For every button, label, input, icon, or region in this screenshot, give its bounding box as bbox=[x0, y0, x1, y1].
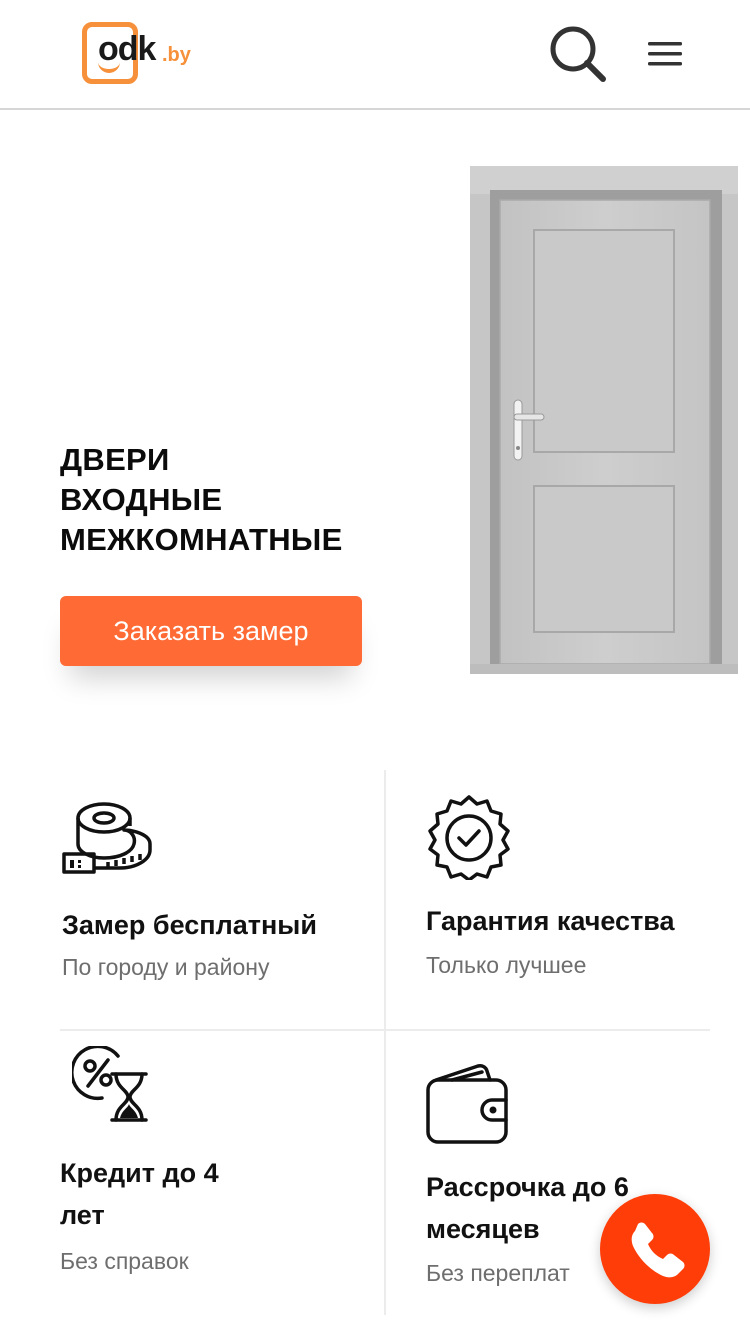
phone-icon bbox=[631, 1222, 685, 1278]
feature-credit: Кредит до 4 лет Без справок bbox=[60, 1046, 370, 1286]
feature-title-line: месяцев bbox=[426, 1214, 540, 1244]
quality-badge-icon bbox=[428, 795, 510, 880]
hero-title-line: ДВЕРИ bbox=[60, 442, 170, 477]
logo[interactable]: odk .by bbox=[82, 22, 202, 88]
feature-subtitle: Без переплат bbox=[426, 1260, 570, 1286]
grid-divider-vertical bbox=[384, 770, 386, 1315]
feature-subtitle: Без справок bbox=[60, 1248, 189, 1274]
feature-title: Кредит до 4 лет bbox=[60, 1152, 219, 1236]
feature-subtitle: Только лучшее bbox=[426, 952, 587, 978]
call-button[interactable] bbox=[600, 1194, 710, 1304]
percent-hourglass-icon bbox=[72, 1046, 148, 1122]
feature-free-measurement: Замер бесплатный По городу и району bbox=[62, 798, 372, 998]
feature-title: Гарантия качества bbox=[426, 906, 675, 936]
logo-text: odk bbox=[98, 30, 156, 68]
hamburger-menu-icon bbox=[648, 42, 682, 66]
search-button[interactable] bbox=[548, 24, 608, 84]
logo-tld: .by bbox=[162, 44, 191, 66]
menu-button[interactable] bbox=[646, 38, 686, 72]
search-icon bbox=[550, 26, 606, 82]
hero-title: ДВЕРИ ВХОДНЫЕ МЕЖКОМНАТНЫЕ bbox=[60, 440, 440, 560]
hero-title-line: МЕЖКОМНАТНЫЕ bbox=[60, 522, 343, 557]
feature-title-line: Рассрочка до 6 bbox=[426, 1172, 629, 1202]
wallet-icon bbox=[426, 1064, 508, 1144]
feature-subtitle: По городу и району bbox=[62, 954, 270, 980]
feature-title: Замер бесплатный bbox=[62, 910, 317, 940]
feature-title-line: лет bbox=[60, 1200, 105, 1230]
site-header: odk .by bbox=[0, 0, 750, 110]
door-image bbox=[470, 166, 738, 674]
feature-quality-guarantee: Гарантия качества Только лучшее bbox=[426, 794, 726, 994]
feature-title-line: Кредит до 4 bbox=[60, 1158, 219, 1188]
order-measurement-button[interactable]: Заказать замер bbox=[60, 596, 362, 666]
feature-title: Рассрочка до 6 месяцев bbox=[426, 1166, 629, 1250]
hero-title-line: ВХОДНЫЕ bbox=[60, 482, 223, 517]
measuring-tape-icon bbox=[62, 802, 152, 874]
grid-divider-horizontal bbox=[60, 1029, 710, 1031]
